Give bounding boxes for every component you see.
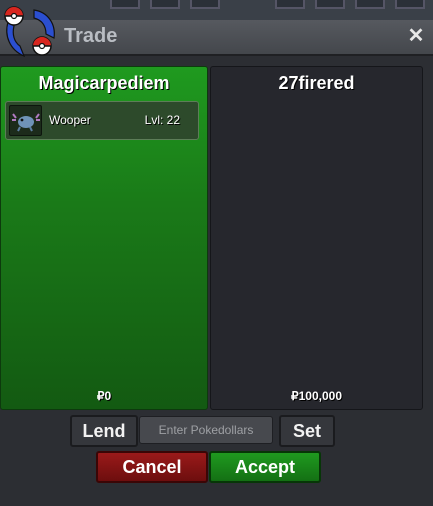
background-slot: [355, 0, 385, 9]
partner-pokedollar-offer: ₽100,000: [290, 389, 342, 403]
background-slot: [275, 0, 305, 9]
offered-pokemon-item[interactable]: Wooper Lvl: 22: [5, 101, 199, 140]
wooper-sprite-icon: [9, 105, 42, 136]
trade-controls: Lend Set Cancel Accept: [0, 412, 433, 492]
trade-window: Trade ✕ Magicarpediem Wooper Lvl: 22 ₽0 …: [0, 6, 433, 506]
window-titlebar[interactable]: Trade ✕: [0, 20, 433, 56]
background-slot: [190, 0, 220, 9]
background-slot: [150, 0, 180, 9]
set-button[interactable]: Set: [279, 415, 335, 447]
background-slot: [110, 0, 140, 9]
window-title: Trade: [64, 25, 118, 47]
partner-player-name: 27firered: [278, 73, 355, 93]
close-icon[interactable]: ✕: [405, 25, 427, 47]
trade-logo-icon: [4, 6, 55, 58]
background-game-strip: [0, 0, 433, 20]
accept-button[interactable]: Accept: [209, 451, 321, 483]
my-pokedollar-offer: ₽0: [96, 389, 112, 403]
pokedollar-input[interactable]: [139, 416, 273, 444]
background-slot: [395, 0, 425, 9]
cancel-button[interactable]: Cancel: [96, 451, 208, 483]
background-slot: [315, 0, 345, 9]
my-offer-panel: Magicarpediem Wooper Lvl: 22 ₽0: [0, 66, 208, 410]
pokemon-level: Lvl: 22: [144, 113, 180, 127]
lend-button[interactable]: Lend: [70, 415, 138, 447]
pokemon-name: Wooper: [49, 113, 91, 127]
partner-offer-panel: 27firered ₽100,000: [210, 66, 423, 410]
my-player-name: Magicarpediem: [38, 73, 170, 93]
